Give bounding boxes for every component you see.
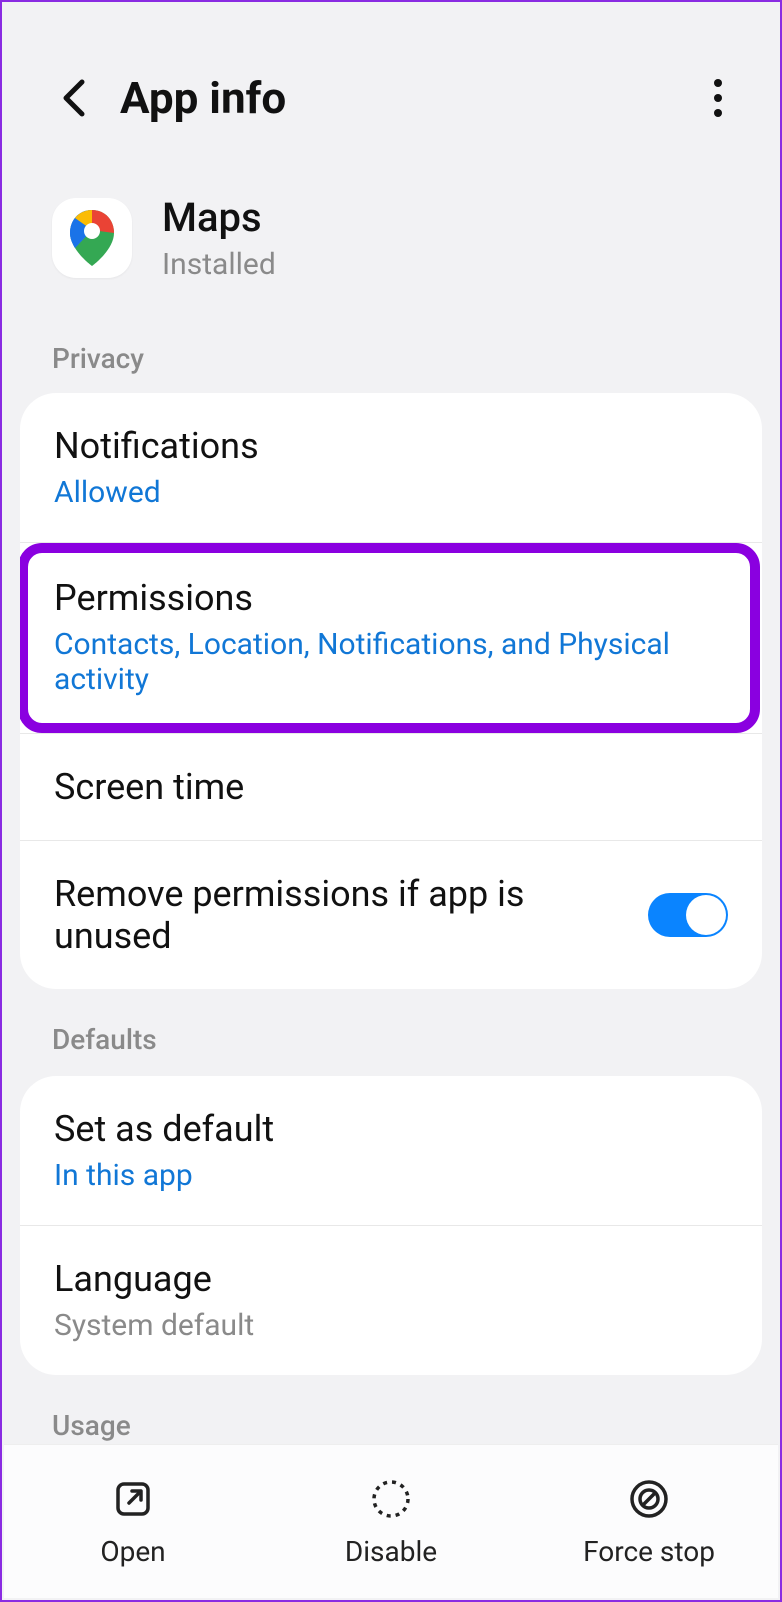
open-button[interactable]: Open xyxy=(5,1475,260,1568)
notifications-row[interactable]: Notifications Allowed xyxy=(20,393,762,543)
remove-permissions-row[interactable]: Remove permissions if app is unused xyxy=(20,841,762,989)
page-title: App info xyxy=(120,72,696,124)
google-maps-icon xyxy=(67,208,117,268)
force-stop-icon xyxy=(628,1478,670,1520)
force-stop-button[interactable]: Force stop xyxy=(521,1475,776,1568)
open-label: Open xyxy=(100,1535,165,1568)
permissions-row[interactable]: Permissions Contacts, Location, Notifica… xyxy=(20,543,760,733)
privacy-card: Notifications Allowed Permissions Contac… xyxy=(20,393,762,989)
app-name: Maps xyxy=(162,194,276,241)
bottom-action-bar: Open Disable Force stop xyxy=(4,1444,778,1598)
app-title-block: Maps Installed xyxy=(162,194,276,282)
set-as-default-title: Set as default xyxy=(54,1108,728,1150)
force-stop-label: Force stop xyxy=(583,1535,715,1568)
defaults-card: Set as default In this app Language Syst… xyxy=(20,1076,762,1375)
permissions-title: Permissions xyxy=(54,577,724,619)
app-icon xyxy=(52,198,132,278)
language-title: Language xyxy=(54,1258,728,1300)
dot-icon xyxy=(714,79,722,87)
set-as-default-value: In this app xyxy=(54,1158,728,1193)
disable-button[interactable]: Disable xyxy=(263,1475,518,1568)
section-header-privacy: Privacy xyxy=(2,322,780,393)
permissions-row-container: Permissions Contacts, Location, Notifica… xyxy=(20,543,762,734)
section-header-defaults: Defaults xyxy=(2,989,780,1076)
disable-label: Disable xyxy=(345,1535,437,1568)
set-as-default-row[interactable]: Set as default In this app xyxy=(20,1076,762,1226)
screen-time-title: Screen time xyxy=(54,766,728,808)
notifications-value: Allowed xyxy=(54,475,728,510)
language-row[interactable]: Language System default xyxy=(20,1226,762,1375)
open-external-icon xyxy=(112,1478,154,1520)
language-value: System default xyxy=(54,1308,728,1343)
notifications-title: Notifications xyxy=(54,425,728,467)
dot-icon xyxy=(714,94,722,102)
dot-icon xyxy=(714,109,722,117)
app-bar: App info xyxy=(2,2,780,164)
disable-dashed-circle-icon xyxy=(370,1478,412,1520)
overflow-menu-button[interactable] xyxy=(696,76,740,120)
screen-time-row[interactable]: Screen time xyxy=(20,734,762,841)
app-install-status: Installed xyxy=(162,247,276,282)
permissions-value: Contacts, Location, Notifications, and P… xyxy=(54,627,724,697)
chevron-left-icon xyxy=(60,78,88,118)
remove-permissions-toggle[interactable] xyxy=(648,893,728,937)
remove-permissions-title: Remove permissions if app is unused xyxy=(54,873,574,957)
back-button[interactable] xyxy=(52,76,96,120)
app-header: Maps Installed xyxy=(2,164,780,322)
